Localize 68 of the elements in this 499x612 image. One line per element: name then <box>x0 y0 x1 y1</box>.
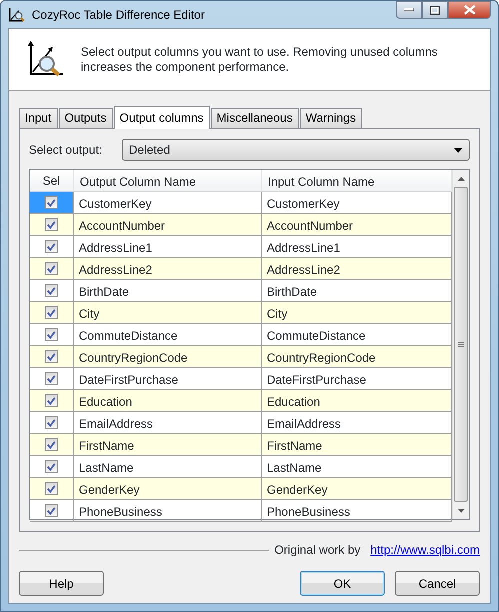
checkbox[interactable] <box>45 504 58 517</box>
scrollbar[interactable] <box>452 170 469 519</box>
selection-cell[interactable] <box>30 192 74 214</box>
selection-cell[interactable] <box>30 302 74 324</box>
table-cell: GenderKey <box>74 478 262 500</box>
dropdown-arrow-icon <box>454 148 463 152</box>
checkbox[interactable] <box>45 218 58 231</box>
credit-text: Original work by <box>274 542 361 559</box>
table-cell: PhoneBusiness <box>74 500 262 522</box>
tab[interactable]: Warnings <box>300 108 362 128</box>
tab[interactable]: Miscellaneous <box>210 108 299 128</box>
selection-cell[interactable] <box>30 478 74 500</box>
website-link[interactable]: http://www.sqlbi.com <box>370 541 480 559</box>
table-cell: AddressLine2 <box>262 258 452 280</box>
minimize-button[interactable] <box>396 1 422 19</box>
checkbox[interactable] <box>45 372 58 385</box>
minimize-icon <box>404 8 414 12</box>
dialog-button[interactable]: Help <box>19 571 104 596</box>
selection-cell[interactable] <box>30 390 74 412</box>
table-cell: GenderKey <box>262 478 452 500</box>
selection-cell[interactable] <box>30 258 74 280</box>
column-header[interactable]: Output Column Name <box>74 170 262 191</box>
selection-cell[interactable] <box>30 434 74 456</box>
scroll-up-icon[interactable] <box>458 176 464 180</box>
table-cell: Education <box>262 390 452 412</box>
checkbox[interactable] <box>45 262 58 275</box>
checkbox[interactable] <box>45 416 58 429</box>
selection-cell[interactable] <box>30 500 74 522</box>
close-button[interactable] <box>448 1 491 19</box>
table-cell: Education <box>74 390 262 412</box>
close-icon <box>464 5 476 15</box>
checkbox[interactable] <box>45 438 58 451</box>
scroll-down-icon[interactable] <box>458 508 464 512</box>
maximize-icon <box>430 6 440 14</box>
table-cell: City <box>74 302 262 324</box>
selection-cell[interactable] <box>30 346 74 368</box>
app-icon <box>8 6 26 22</box>
window-title: CozyRoc Table Difference Editor <box>32 6 205 24</box>
select-output-label: Select output: <box>29 142 104 159</box>
tab[interactable]: Input <box>19 108 58 128</box>
tab[interactable]: Outputs <box>58 108 113 128</box>
checkbox[interactable] <box>45 350 58 363</box>
checkbox[interactable] <box>45 394 58 407</box>
checkbox[interactable] <box>45 196 58 209</box>
table-cell: AccountNumber <box>74 214 262 236</box>
grip-icon <box>458 342 464 348</box>
checkbox[interactable] <box>45 482 58 495</box>
table-cell: PhoneBusiness <box>262 500 452 522</box>
checkbox[interactable] <box>45 284 58 297</box>
selection-cell[interactable] <box>30 214 74 236</box>
checkbox[interactable] <box>45 240 58 253</box>
table-cell: CountryRegionCode <box>262 346 452 368</box>
table-cell: CountryRegionCode <box>74 346 262 368</box>
checkbox[interactable] <box>45 306 58 319</box>
column-header[interactable]: Sel <box>30 170 74 191</box>
table-cell: FirstName <box>262 434 452 456</box>
description-text: Select output columns you want to use. Removing unused columns increases the component performance. <box>81 44 439 74</box>
dialog-button[interactable]: OK <box>300 571 385 596</box>
table-cell: AddressLine2 <box>74 258 262 280</box>
dialog-button[interactable]: Cancel <box>395 571 480 596</box>
checkbox[interactable] <box>45 460 58 473</box>
tab[interactable]: Output columns <box>114 106 210 129</box>
table-cell: City <box>262 302 452 324</box>
maximize-button[interactable] <box>422 1 448 19</box>
table-cell: FirstName <box>74 434 262 456</box>
table-cell: AccountNumber <box>262 214 452 236</box>
output-dropdown[interactable]: Deleted <box>122 139 470 161</box>
checkbox[interactable] <box>45 328 58 341</box>
